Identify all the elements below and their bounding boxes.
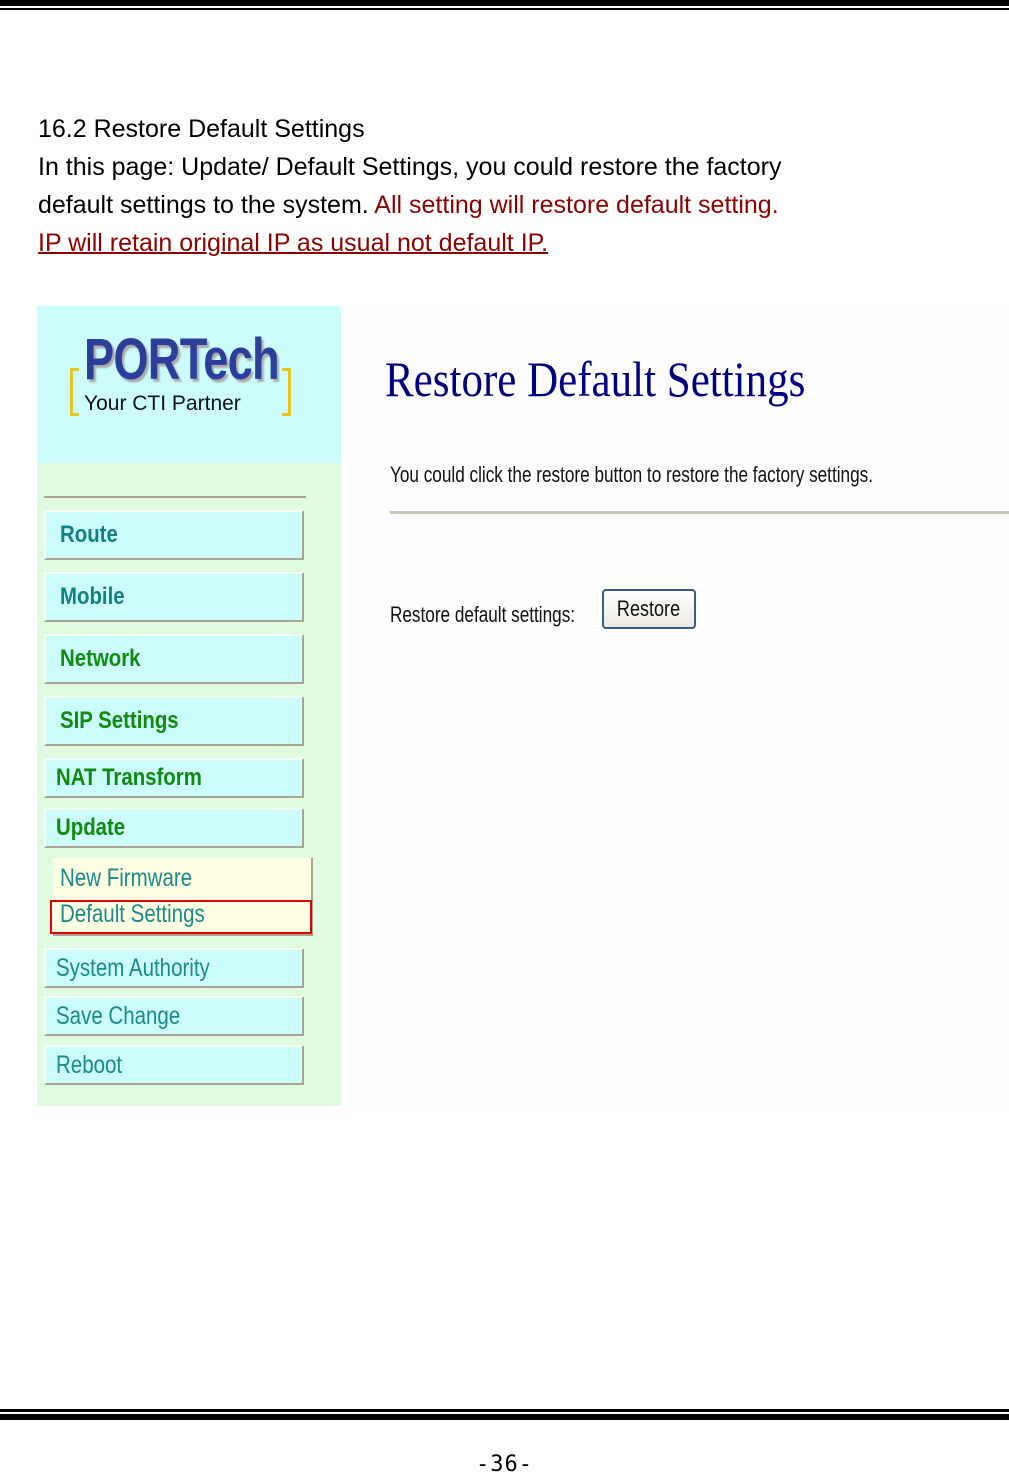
document-body: 16.2 Restore Default Settings In this pa… [38,110,781,262]
restore-button[interactable]: Restore [602,589,696,629]
sidebar-item-label: SIP Settings [60,707,179,734]
sidebar-item-route[interactable]: Route [44,510,304,560]
sidebar: PORTech Your CTI Partner Route Mobile Ne… [37,306,341,1106]
sidebar-item-save-change[interactable]: Save Change [44,996,304,1036]
restore-label: Restore default settings: [390,602,576,627]
header-rule-thin [0,8,1009,10]
sidebar-item-reboot[interactable]: Reboot [44,1045,304,1085]
sidebar-item-nat-transform[interactable]: NAT Transform [44,758,304,798]
sidebar-item-label: System Authority [56,953,210,982]
selected-item-highlight [50,900,312,934]
paragraph-line-1: In this page: Update/ Default Settings, … [38,153,782,181]
logo-tagline: Your CTI Partner [84,392,241,415]
paragraph-text: default settings to the system. [38,191,375,219]
web-ui-screenshot: PORTech Your CTI Partner Route Mobile Ne… [37,306,1009,1106]
sidebar-item-label: Reboot [56,1050,123,1079]
sidebar-item-label: Update [56,814,126,841]
header-rule-thick [0,0,1009,6]
sidebar-divider [44,496,306,498]
sidebar-item-label: NAT Transform [56,764,202,791]
paragraph-line-2: default settings to the system. All sett… [38,186,781,224]
page-description: You could click the restore button to re… [390,462,873,487]
sidebar-item-update[interactable]: Update [44,808,304,848]
sidebar-item-mobile[interactable]: Mobile [44,572,304,622]
logo-bracket-left [70,368,79,416]
portech-logo: PORTech Your CTI Partner [70,326,291,426]
sidebar-item-network[interactable]: Network [44,634,304,684]
section-heading: 16.2 Restore Default Settings [38,115,365,143]
sidebar-item-sip-settings[interactable]: SIP Settings [44,696,304,746]
logo-bracket-right [282,368,291,416]
ip-retain-note: IP will retain original IP as usual not … [38,229,549,257]
submenu-item-new-firmware[interactable]: New Firmware [60,864,192,893]
logo-area: PORTech Your CTI Partner [37,306,341,463]
sidebar-item-label: Mobile [60,583,125,610]
footer-rule-thin [0,1409,1009,1412]
page-title: Restore Default Settings [385,351,806,407]
sidebar-item-label: Network [60,645,141,672]
sidebar-item-system-authority[interactable]: System Authority [44,948,304,988]
page-number: -36- [476,1452,533,1477]
footer-rule-thick [0,1414,1009,1420]
sidebar-item-label: Save Change [56,1001,181,1030]
restore-button-label: Restore [617,596,681,621]
content-divider [390,511,1009,514]
warning-text: All setting will restore default setting… [374,191,779,219]
logo-brand: PORTech [84,327,280,392]
sidebar-item-label: Route [60,521,118,548]
